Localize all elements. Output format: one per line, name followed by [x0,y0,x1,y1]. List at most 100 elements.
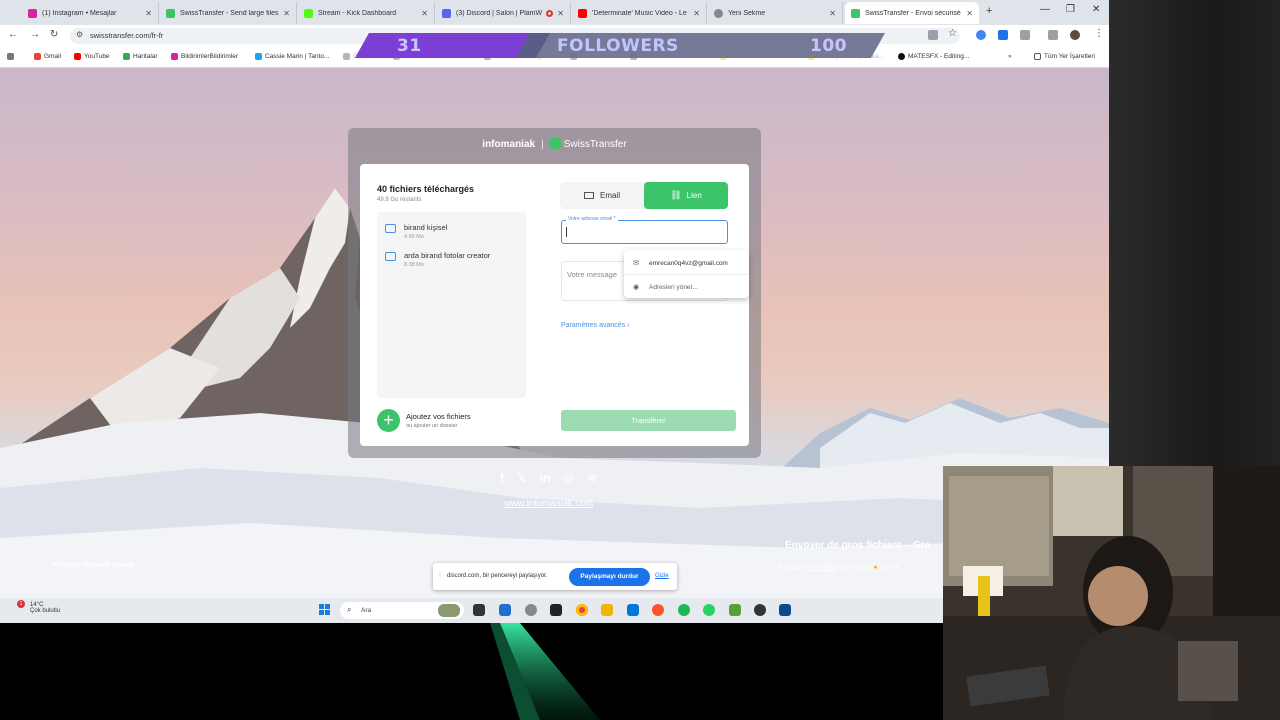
tab-swisstransfer-send[interactable]: SwissTransfer - Send large files ✕ [160,2,297,24]
file-explorer-icon[interactable] [601,604,613,616]
folder-icon [1034,53,1041,60]
reload-icon[interactable]: ↻ [50,29,58,40]
file-size: 8.38 Mo [404,262,424,268]
tab-email[interactable]: Email [560,182,644,209]
instagram-icon[interactable]: ◎ [563,471,573,485]
taskbar-search[interactable]: ⌕ Ara [340,602,464,619]
close-icon[interactable]: ✕ [421,9,428,18]
email-field[interactable] [561,220,728,244]
bookmark-maps[interactable]: Haritalar [123,53,158,60]
photo-author[interactable]: ©David Rouge [84,560,135,569]
bookmark-cassie[interactable]: Cassie Marin | Tanto... [255,53,329,60]
transfer-button[interactable]: Transférer [561,410,736,431]
obs-icon[interactable] [550,604,562,616]
tab-link[interactable]: ⛓ Lien [644,182,728,209]
back-icon[interactable]: ← [8,29,18,40]
bookmark-gmail[interactable]: Gmail [34,53,61,60]
puzzle-icon[interactable] [1020,30,1030,40]
maximize-icon[interactable]: ❐ [1066,4,1075,15]
share-status-text: discord.com, bir pencereyi paylaşıyor. [447,573,548,579]
autocomplete-manage[interactable]: ◉ Adresleri yönet... [624,276,749,298]
bookmark-matesfx[interactable]: MATESFX - Editing... [898,53,969,60]
tab-instagram[interactable]: (1) Instagram • Mesajlar ✕ [22,2,159,24]
weather-widget[interactable]: 14°C Çok bulutlu [12,602,60,614]
close-window-icon[interactable]: ✕ [1092,4,1100,15]
app-icon[interactable] [525,604,537,616]
app-icon[interactable] [754,604,766,616]
bookmark-youtube[interactable]: YouTube [74,53,110,60]
windows-start-icon[interactable] [319,604,331,616]
app-icon[interactable] [499,604,511,616]
translate-icon[interactable] [928,30,938,40]
forward-icon[interactable]: → [30,29,40,40]
add-folder-link[interactable]: ou ajouter un dossier [406,423,471,429]
infomaniak-website-link[interactable]: www.infomaniak.com [504,498,593,509]
store-icon[interactable] [627,604,639,616]
share-icon[interactable]: ⋖ [587,471,597,485]
chrome-icon: ◉ [632,284,640,291]
spotify-icon[interactable] [678,604,690,616]
tab-new[interactable]: Yeni Sekme ✕ [708,2,843,24]
add-files-button[interactable]: + Ajoutez vos fichiers ou ajouter un dos… [377,409,471,432]
linkedin-icon[interactable]: in [540,471,551,485]
page-icon [255,53,262,60]
hide-share-bar-link[interactable]: Gizle [655,573,669,579]
tab-youtube[interactable]: 'Determinate' Music Video - Le ✕ [572,2,707,24]
whatsapp-icon[interactable] [703,604,715,616]
extension-icon[interactable] [976,30,986,40]
chrome-icon[interactable] [576,604,588,616]
drag-handle-icon[interactable]: ⁞ [439,572,441,579]
youtube-icon [74,53,81,60]
swisstransfer-icon [166,8,175,18]
taskbar: 1 14°C Çok bulutlu ⌕ Ara [0,598,943,623]
close-icon[interactable]: ✕ [145,9,152,18]
tab-discord[interactable]: (3) Discord | Salon | PlamW ✕ [436,2,571,24]
close-icon[interactable]: ✕ [557,9,564,18]
instagram-icon [28,8,37,18]
page-icon [898,53,905,60]
bookmark-label: MATESFX - Editing... [908,53,970,60]
site-info-icon[interactable]: ⚙ [76,30,83,39]
x-icon[interactable]: 𝕏 [517,471,527,485]
weather-condition: Çok bulutlu [30,608,61,614]
new-tab-button[interactable]: + [986,5,992,17]
task-view-icon[interactable] [473,604,485,616]
minecraft-icon[interactable] [729,604,741,616]
bookmarks-overflow-icon[interactable]: » [1008,53,1012,60]
all-bookmarks[interactable]: Tüm Yer İşaretleri [1034,53,1095,60]
bookmark-star-icon[interactable]: ☆ [948,28,957,39]
close-icon[interactable]: ✕ [693,9,700,18]
tab-title: SwissTransfer - Send large files [180,9,279,17]
bookmark-label: Cassie Marin | Tanto... [265,53,330,60]
avatar[interactable] [1070,30,1080,40]
close-icon[interactable]: ✕ [829,9,836,18]
list-item[interactable]: arda birand fotolar creator 8.38 Mo [385,250,495,268]
list-item[interactable]: birand kişisel 4.99 Mo [385,222,447,240]
stop-sharing-button[interactable]: Paylaşmayı durdur [569,568,650,586]
shield-icon[interactable] [998,30,1008,40]
tab-title: (1) Instagram • Mesajlar [42,9,117,17]
tab-swisstransfer-active[interactable]: SwissTransfer - Envoi sécurisé ✕ [845,2,979,24]
screen: (1) Instagram • Mesajlar ✕ SwissTransfer… [0,0,1280,720]
minimize-icon[interactable]: — [1040,4,1050,15]
brave-icon[interactable] [652,604,664,616]
advanced-settings-link[interactable]: Paramètres avancés › [561,322,630,329]
screen-share-bar: ⁞ discord.com, bir pencereyi paylaşıyor.… [433,563,677,590]
lightroom-icon[interactable] [779,604,791,616]
close-icon[interactable]: ✕ [283,9,290,18]
menu-icon[interactable]: ⋮ [1094,28,1104,39]
media-icon[interactable] [1048,30,1058,40]
transfer-card: 40 fichiers téléchargés 49.9 Go restants… [360,164,749,446]
autocomplete-suggestion[interactable]: ✉ emrecan0q4vz@gmail.com [624,252,749,274]
files-list[interactable]: birand kişisel 4.99 Mo arda birand fotol… [377,212,526,398]
text-caret [566,227,567,237]
ideas-link[interactable]: vos idées [808,564,838,571]
tab-kick[interactable]: Stream - Kick Dashboard ✕ [298,2,435,24]
swisstransfer-icon [851,8,860,18]
promo-subtitle: Partagez vos idées avec nous ● ou vot [778,564,899,571]
swisstransfer-logo: SwissTransfer [563,139,627,150]
close-icon[interactable]: ✕ [966,9,973,18]
facebook-icon[interactable]: f [500,471,504,485]
apps-icon[interactable] [7,53,17,60]
bookmark-notifications[interactable]: BildirimlerBildirimler [171,53,238,60]
